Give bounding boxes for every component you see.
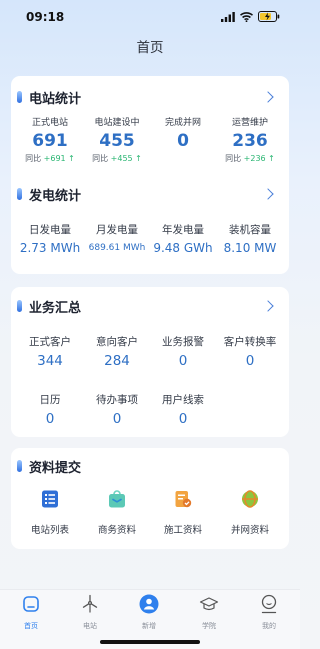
business-title: 业务汇总 (29, 300, 82, 316)
station-stats-title: 电站统计 (29, 91, 82, 107)
home-indicator[interactable] (100, 640, 200, 644)
stat-operations[interactable]: 运营维护 236 同比 +236 ↑ (215, 115, 285, 164)
home-icon (23, 596, 39, 612)
add-user-icon (139, 594, 159, 614)
section-marker-icon (17, 460, 22, 472)
submit-construction-docs[interactable]: 施工资料 (148, 490, 218, 536)
biz-alarms[interactable]: 业务报警 0 (148, 334, 218, 369)
biz-label: 业务报警 (162, 336, 204, 348)
battery-charging-icon (258, 11, 280, 22)
biz-label: 用户线索 (162, 394, 204, 406)
page-title: 首页 (136, 40, 164, 56)
power-stats-title: 发电统计 (29, 188, 82, 204)
tab-label: 首页 (24, 622, 38, 630)
power-daily[interactable]: 日发电量 2.73 MWh (15, 222, 85, 255)
tab-add[interactable]: 新增 (124, 594, 174, 631)
stat-label: 电站建设中 (94, 118, 140, 128)
status-bar: 09:18 (0, 0, 300, 34)
tab-home[interactable]: 首页 (6, 594, 56, 631)
status-time: 09:18 (26, 10, 65, 24)
biz-label: 正式客户 (29, 336, 71, 348)
tab-label: 我的 (262, 622, 276, 630)
stat-value: 691 (32, 131, 68, 151)
stat-value: 0 (177, 131, 189, 151)
stat-under-construction[interactable]: 电站建设中 455 同比 +455 ↑ (82, 115, 152, 164)
status-icons (221, 11, 280, 22)
biz-label: 日历 (39, 394, 61, 406)
submit-business-docs[interactable]: 商务资料 (82, 490, 152, 536)
stat-label: 运营维护 (231, 118, 268, 128)
biz-value: 0 (178, 411, 188, 427)
power-value: 689.61 MWh (88, 243, 146, 253)
biz-value: 284 (104, 353, 130, 369)
wifi-icon (240, 11, 253, 22)
biz-label: 待办事项 (96, 394, 138, 406)
power-label: 装机容量 (229, 224, 271, 236)
biz-todo[interactable]: 待办事项 0 (82, 392, 152, 427)
stat-yoy: 同比 +236 ↑ (225, 154, 275, 163)
power-label: 年发电量 (162, 224, 204, 236)
biz-label: 意向客户 (96, 336, 138, 348)
wind-turbine-icon (82, 594, 98, 613)
power-value: 8.10 MW (223, 241, 277, 255)
submission-header: 资料提交 (17, 457, 82, 476)
stat-value: 455 (99, 131, 135, 151)
biz-intent-customers[interactable]: 意向客户 284 (82, 334, 152, 369)
tab-stations[interactable]: 电站 (65, 594, 115, 631)
biz-conversion-rate[interactable]: 客户转换率 0 (215, 334, 285, 369)
submit-label: 商务资料 (97, 525, 136, 536)
station-stats-header[interactable]: 电站统计 (17, 88, 82, 107)
section-marker-icon (17, 188, 22, 200)
power-label: 月发电量 (96, 224, 138, 236)
biz-label: 客户转换率 (223, 336, 277, 348)
submit-label: 并网资料 (230, 525, 269, 536)
biz-value: 0 (245, 353, 255, 369)
biz-value: 344 (37, 353, 63, 369)
business-header[interactable]: 业务汇总 (17, 297, 82, 316)
power-value: 9.48 GWh (153, 241, 213, 255)
biz-user-leads[interactable]: 用户线索 0 (148, 392, 218, 427)
submit-station-list[interactable]: 电站列表 (15, 490, 85, 536)
submission-title: 资料提交 (29, 460, 82, 476)
biz-value: 0 (178, 353, 188, 369)
tab-academy[interactable]: 学院 (184, 594, 234, 631)
stat-yoy: 同比 +691 ↑ (25, 154, 75, 163)
stat-label: 完成并网 (164, 118, 201, 128)
power-monthly[interactable]: 月发电量 689.61 MWh (82, 222, 152, 253)
bag-icon (109, 490, 125, 508)
power-value: 2.73 MWh (19, 241, 81, 255)
submit-label: 电站列表 (30, 525, 69, 536)
stat-grid-connected[interactable]: 完成并网 0 (148, 115, 218, 151)
biz-calendar[interactable]: 日历 0 (15, 392, 85, 427)
stat-yoy: 同比 +455 ↑ (92, 154, 142, 163)
stat-value: 236 (232, 131, 268, 151)
tab-profile[interactable]: 我的 (244, 594, 294, 631)
tab-label: 学院 (202, 622, 216, 630)
submit-grid-docs[interactable]: 并网资料 (215, 490, 285, 536)
grid-globe-icon (242, 490, 258, 508)
list-icon (42, 490, 58, 508)
power-yearly[interactable]: 年发电量 9.48 GWh (148, 222, 218, 255)
tab-label: 新增 (142, 622, 156, 630)
graduation-cap-icon (199, 597, 219, 611)
cellular-signal-icon (221, 11, 235, 22)
power-stats-header[interactable]: 发电统计 (17, 185, 82, 204)
biz-value: 0 (45, 411, 55, 427)
section-marker-icon (17, 91, 22, 103)
biz-value: 0 (112, 411, 122, 427)
section-marker-icon (17, 300, 22, 312)
power-capacity[interactable]: 装机容量 8.10 MW (215, 222, 285, 255)
profile-icon (261, 594, 277, 614)
biz-formal-customers[interactable]: 正式客户 344 (15, 334, 85, 369)
power-label: 日发电量 (29, 224, 71, 236)
stat-formal-stations[interactable]: 正式电站 691 同比 +691 ↑ (15, 115, 85, 164)
tab-label: 电站 (83, 622, 97, 630)
submit-label: 施工资料 (163, 525, 202, 536)
checklist-icon (175, 491, 192, 508)
stat-label: 正式电站 (31, 118, 68, 128)
